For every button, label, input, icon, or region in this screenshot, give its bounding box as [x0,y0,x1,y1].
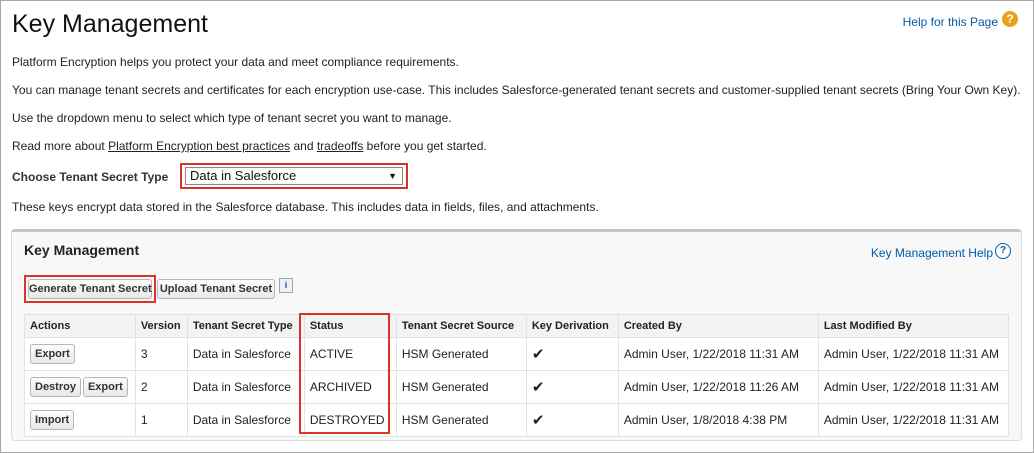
table-header-row: Actions Version Tenant Secret Type Statu… [24,314,1010,338]
help-icon[interactable]: ? [995,243,1011,259]
export-button[interactable]: Export [82,377,128,397]
status-cell: DESTROYED [303,403,397,437]
source-cell: HSM Generated [395,403,527,437]
source-cell: HSM Generated [395,337,527,371]
created-by-cell: Admin User, 1/22/2018 11:26 AM [617,370,819,404]
intro-text: and [290,139,317,153]
tenant-secret-type-highlight: Data in Salesforce ▼ [180,163,408,189]
col-source: Tenant Secret Source [395,314,527,338]
selected-value: Data in Salesforce [190,168,297,183]
status-cell: ARCHIVED [303,370,397,404]
panel-title: Key Management [24,242,140,258]
generate-tenant-secret-button[interactable]: Generate Tenant Secret [28,279,152,299]
page-title: Key Management [12,10,208,38]
question-circle-icon[interactable]: ? [1002,11,1018,27]
table-row: Destroy Export 2 Data in Salesforce ARCHI… [24,370,1010,404]
tradeoffs-link[interactable]: tradeoffs [317,139,363,153]
col-derivation: Key Derivation [525,314,619,338]
intro-text: Read more about [12,139,109,153]
tenant-secrets-table: Actions Version Tenant Secret Type Statu… [24,314,1010,437]
dropdown-arrow-icon: ▼ [388,171,397,181]
actions-cell: Destroy Export [24,370,136,404]
version-cell: 1 [134,403,188,437]
col-last-modified-by: Last Modified By [817,314,1010,338]
type-cell: Data in Salesforce [186,370,305,404]
generate-button-highlight: Generate Tenant Secret [24,275,156,303]
intro-paragraph-2: You can manage tenant secrets and certif… [12,83,1021,97]
best-practices-link[interactable]: Platform Encryption best practices [108,139,290,153]
checkmark-icon: ✔ [531,379,545,396]
export-button[interactable]: Export [30,344,75,364]
modified-by-cell: Admin User, 1/22/2018 11:31 AM [817,337,1010,371]
created-by-cell: Admin User, 1/8/2018 4:38 PM [617,403,819,437]
col-actions: Actions [24,314,136,338]
tenant-secret-type-select[interactable]: Data in Salesforce ▼ [185,167,403,185]
col-type: Tenant Secret Type [186,314,305,338]
modified-by-cell: Admin User, 1/22/2018 11:31 AM [817,403,1010,437]
tenant-secret-type-label: Choose Tenant Secret Type [12,170,169,184]
table-row: Export 3 Data in Salesforce ACTIVE HSM G… [24,337,1010,371]
checkmark-icon: ✔ [531,412,545,429]
col-status: Status [303,314,397,338]
version-cell: 3 [134,337,188,371]
type-cell: Data in Salesforce [186,403,305,437]
col-created-by: Created By [617,314,819,338]
description-text: These keys encrypt data stored in the Sa… [12,200,599,214]
derivation-cell: ✔ [525,370,619,404]
checkmark-icon: ✔ [531,346,545,363]
intro-paragraph-3: Use the dropdown menu to select which ty… [12,111,452,125]
upload-tenant-secret-button[interactable]: Upload Tenant Secret [157,279,275,299]
actions-cell: Export [24,337,136,371]
derivation-cell: ✔ [525,403,619,437]
status-cell: ACTIVE [303,337,397,371]
table-row: Import 1 Data in Salesforce DESTROYED HS… [24,403,1010,437]
destroy-button[interactable]: Destroy [30,377,81,397]
key-management-panel: Key Management Key Management Help ? Gen… [11,229,1022,441]
col-version: Version [134,314,188,338]
intro-paragraph-4: Read more about Platform Encryption best… [12,139,487,153]
modified-by-cell: Admin User, 1/22/2018 11:31 AM [817,370,1010,404]
intro-paragraph-1: Platform Encryption helps you protect yo… [12,55,459,69]
help-for-page-link[interactable]: Help for this Page [903,15,998,29]
key-management-help-link[interactable]: Key Management Help [871,246,993,260]
intro-text: before you get started. [363,139,487,153]
type-cell: Data in Salesforce [186,337,305,371]
created-by-cell: Admin User, 1/22/2018 11:31 AM [617,337,819,371]
derivation-cell: ✔ [525,337,619,371]
source-cell: HSM Generated [395,370,527,404]
actions-cell: Import [24,403,136,437]
import-button[interactable]: Import [30,410,75,430]
info-icon[interactable]: i [279,278,293,293]
version-cell: 2 [134,370,188,404]
